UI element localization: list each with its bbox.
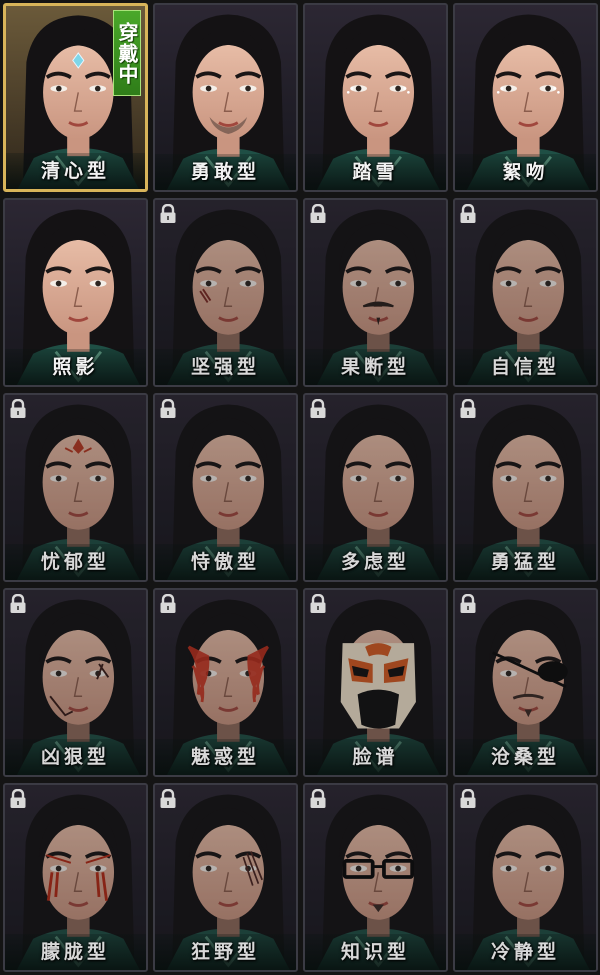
- face-option[interactable]: 勇猛型: [453, 393, 598, 582]
- face-label: 坚强型: [155, 349, 296, 385]
- face-option[interactable]: 朦胧型: [3, 783, 148, 972]
- face-grid: 穿戴中 清心型 勇敢型 踏雪 絮吻 照影 坚强型 果断型 自信型 忧郁型 恃傲型…: [0, 0, 600, 975]
- lock-icon: [9, 789, 27, 809]
- face-label: 踏雪: [305, 154, 446, 190]
- lock-icon: [159, 789, 177, 809]
- face-label: 清心型: [6, 153, 145, 189]
- face-label: 絮吻: [455, 154, 596, 190]
- lock-icon: [9, 399, 27, 419]
- lock-icon: [159, 399, 177, 419]
- face-label: 忧郁型: [5, 544, 146, 580]
- face-option[interactable]: 冷静型: [453, 783, 598, 972]
- face-option[interactable]: 絮吻: [453, 3, 598, 192]
- face-option[interactable]: 穿戴中清心型: [3, 3, 148, 192]
- face-option[interactable]: 魅惑型: [153, 588, 298, 777]
- lock-icon: [309, 789, 327, 809]
- face-option[interactable]: 坚强型: [153, 198, 298, 387]
- lock-icon: [309, 594, 327, 614]
- face-label: 自信型: [455, 349, 596, 385]
- face-option[interactable]: 脸谱: [303, 588, 448, 777]
- face-label: 朦胧型: [5, 934, 146, 970]
- face-option[interactable]: 知识型: [303, 783, 448, 972]
- lock-icon: [459, 204, 477, 224]
- lock-icon: [459, 789, 477, 809]
- face-option[interactable]: 忧郁型: [3, 393, 148, 582]
- face-label: 照影: [5, 349, 146, 385]
- face-label: 多虑型: [305, 544, 446, 580]
- face-option[interactable]: 踏雪: [303, 3, 448, 192]
- face-option[interactable]: 果断型: [303, 198, 448, 387]
- face-label: 沧桑型: [455, 739, 596, 775]
- face-label: 脸谱: [305, 739, 446, 775]
- lock-icon: [309, 399, 327, 419]
- face-label: 冷静型: [455, 934, 596, 970]
- face-label: 狂野型: [155, 934, 296, 970]
- face-label: 凶狠型: [5, 739, 146, 775]
- face-option[interactable]: 恃傲型: [153, 393, 298, 582]
- face-option[interactable]: 勇敢型: [153, 3, 298, 192]
- face-option[interactable]: 凶狠型: [3, 588, 148, 777]
- face-label: 果断型: [305, 349, 446, 385]
- face-option[interactable]: 自信型: [453, 198, 598, 387]
- wearing-badge: 穿戴中: [113, 10, 141, 96]
- lock-icon: [159, 594, 177, 614]
- face-label: 勇猛型: [455, 544, 596, 580]
- lock-icon: [309, 204, 327, 224]
- face-label: 勇敢型: [155, 154, 296, 190]
- face-option[interactable]: 沧桑型: [453, 588, 598, 777]
- face-label: 魅惑型: [155, 739, 296, 775]
- lock-icon: [459, 399, 477, 419]
- lock-icon: [9, 594, 27, 614]
- face-option[interactable]: 多虑型: [303, 393, 448, 582]
- face-label: 恃傲型: [155, 544, 296, 580]
- face-option[interactable]: 照影: [3, 198, 148, 387]
- face-option[interactable]: 狂野型: [153, 783, 298, 972]
- face-label: 知识型: [305, 934, 446, 970]
- lock-icon: [459, 594, 477, 614]
- lock-icon: [159, 204, 177, 224]
